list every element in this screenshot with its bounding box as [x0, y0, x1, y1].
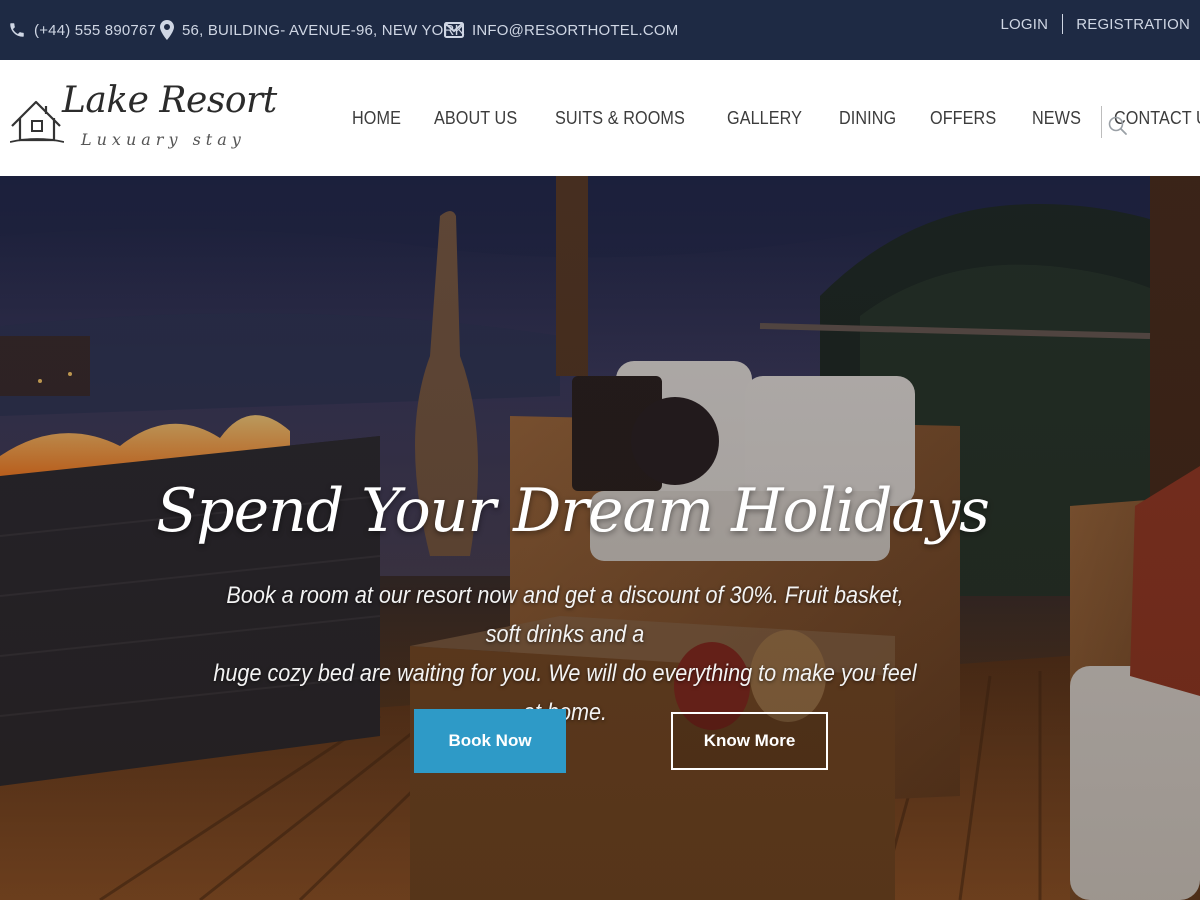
hero-banner: Spend Your Dream Holidays Book a room at… [0, 176, 1200, 900]
contact-address: 56, BUILDING- AVENUE-96, NEW YORK [160, 0, 465, 60]
main-nav: HOME ABOUT US SUITS & ROOMS GALLERY DINI… [352, 60, 1200, 176]
email-text[interactable]: INFO@RESORTHOTEL.COM [472, 22, 678, 39]
mail-icon [444, 22, 464, 38]
search-icon [1108, 116, 1127, 135]
site-header: Lake Resort Luxuary stay HOME ABOUT US S… [0, 60, 1200, 176]
nav-item-news[interactable]: NEWS [1032, 108, 1081, 129]
contact-email: INFO@RESORTHOTEL.COM [444, 0, 678, 60]
logo-tagline: Luxuary stay [81, 130, 246, 149]
phone-text: (+44) 555 890767 [34, 21, 157, 39]
nav-item-about-us[interactable]: ABOUT US [434, 108, 517, 129]
registration-link[interactable]: REGISTRATION [1076, 16, 1190, 33]
house-icon [10, 100, 64, 143]
search-button[interactable] [1106, 114, 1130, 138]
auth-links: LOGIN REGISTRATION [1001, 14, 1190, 34]
nav-item-offers[interactable]: OFFERS [930, 108, 996, 129]
nav-divider [1101, 106, 1102, 138]
nav-item-home[interactable]: HOME [352, 108, 401, 129]
logo[interactable]: Lake Resort Luxuary stay [8, 78, 277, 158]
auth-divider [1062, 14, 1064, 34]
book-now-button[interactable]: Book Now [414, 709, 566, 773]
hero-title: Spend Your Dream Holidays [156, 476, 990, 546]
hero-description-line-1: Book a room at our resort now and get a … [226, 582, 904, 648]
know-more-button[interactable]: Know More [671, 712, 828, 770]
address-text: 56, BUILDING- AVENUE-96, NEW YORK [182, 21, 465, 39]
login-link[interactable]: LOGIN [1001, 16, 1049, 33]
nav-item-suits-rooms[interactable]: SUITS & ROOMS [555, 108, 685, 129]
top-info-bar: (+44) 555 890767 56, BUILDING- AVENUE-96… [0, 0, 1200, 60]
phone-icon [10, 23, 24, 37]
logo-name: Lake Resort [62, 80, 277, 121]
map-pin-icon [160, 20, 174, 40]
contact-phone: (+44) 555 890767 [8, 0, 156, 60]
nav-item-dining[interactable]: DINING [839, 108, 896, 129]
nav-item-gallery[interactable]: GALLERY [727, 108, 802, 129]
